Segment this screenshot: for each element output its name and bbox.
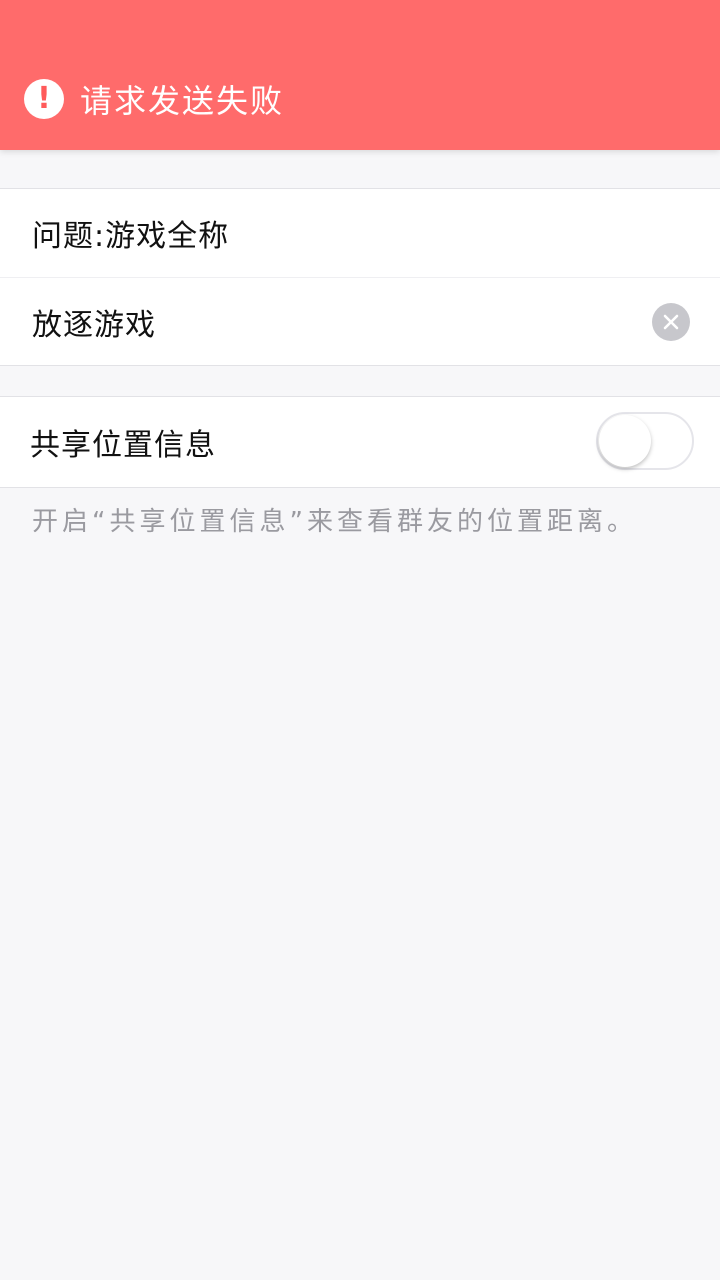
question-group: 问题:游戏全称 放逐游戏	[0, 188, 720, 366]
answer-input[interactable]: 放逐游戏	[0, 277, 720, 365]
screen: ! 请求发送失败 问题:游戏全称 放逐游戏 共享位置信息 开启“共享位置信息”来…	[0, 0, 720, 1280]
question-label: 问题:游戏全称	[32, 219, 230, 254]
location-group: 共享位置信息	[0, 396, 720, 488]
share-location-row: 共享位置信息	[0, 397, 720, 487]
clear-input-button[interactable]	[652, 303, 690, 341]
toggle-knob	[599, 415, 651, 467]
error-banner: ! 请求发送失败	[0, 0, 720, 150]
answer-value[interactable]: 放逐游戏	[32, 300, 156, 344]
error-message: 请求发送失败	[80, 82, 285, 120]
share-location-toggle[interactable]	[596, 412, 694, 470]
exclamation-icon: !	[24, 79, 64, 119]
close-icon	[663, 314, 679, 330]
question-row: 问题:游戏全称	[0, 189, 720, 277]
share-location-label: 共享位置信息	[30, 428, 216, 463]
share-location-hint: 开启“共享位置信息”来查看群友的位置距离。	[32, 507, 637, 537]
